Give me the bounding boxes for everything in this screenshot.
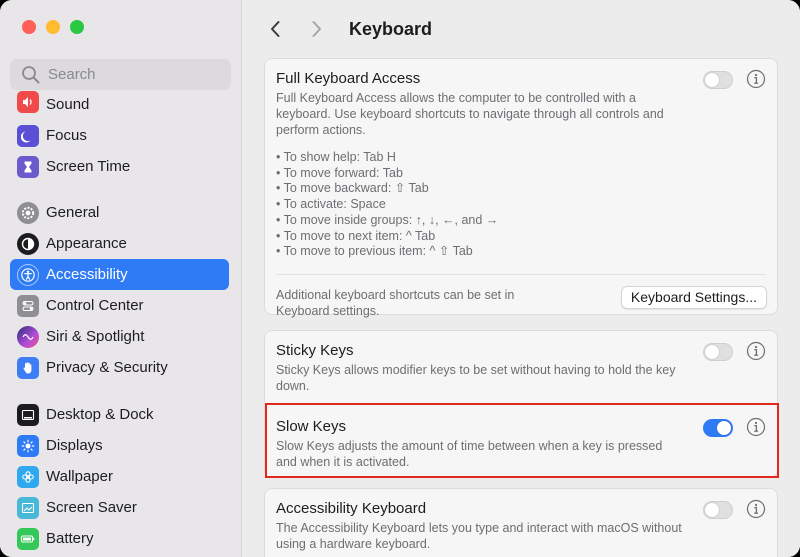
close-window-button[interactable] [22,20,36,34]
accessibility-icon [17,263,39,286]
appearance-icon [17,232,39,255]
sidebar-item-appearance[interactable]: Appearance [10,228,229,259]
info-icon[interactable] [746,69,766,89]
sidebar-item-label: General [46,204,100,221]
slow-keys-title: Slow Keys [276,418,347,435]
shortcut-item: • To move to next item: ^ Tab [276,228,436,243]
shortcut-item: • To move inside groups: ↑, ↓, ←, and → [276,212,499,227]
slow-keys-toggle[interactable] [703,419,733,437]
keyboard-settings-row: Additional keyboard shortcuts can be set… [265,275,777,329]
sticky-keys-row: Sticky Keys Sticky Keys allows modifier … [265,331,777,404]
accessibility-keyboard-description: The Accessibility Keyboard lets you type… [276,521,682,551]
keys-card: Sticky Keys Sticky Keys allows modifier … [264,330,778,478]
sidebar-item-sound[interactable]: Sound [10,90,229,116]
zoom-window-button[interactable] [70,20,84,34]
sidebar-item-accessibility[interactable]: Accessibility [10,259,229,290]
chevron-right-icon [312,21,321,37]
window-controls [22,20,84,34]
keyboard-settings-button[interactable]: Keyboard Settings... [620,285,767,309]
siri-icon [17,325,39,348]
sidebar-item-label: Privacy & Security [46,359,168,376]
sidebar-item-general[interactable]: General [10,197,229,228]
accessibility-keyboard-row: Accessibility Keyboard The Accessibility… [265,489,777,557]
sun-icon [17,434,39,457]
hourglass-icon [17,155,39,178]
gear-icon [17,201,39,224]
info-icon[interactable] [746,341,766,361]
toolbar: Keyboard [243,0,800,58]
flower-icon [17,465,39,488]
page-title: Keyboard [349,18,433,39]
shortcut-item: • To move forward: Tab [276,165,403,180]
sidebar-item-control-center[interactable]: Control Center [10,290,229,321]
shortcut-item: • To show help: Tab H [276,150,396,164]
sidebar-item-displays[interactable]: Displays [10,430,229,461]
full-keyboard-access-toggle[interactable] [703,71,733,89]
full-keyboard-access-card: Full Keyboard Access Full Keyboard Acces… [264,58,778,318]
accessibility-keyboard-card: Accessibility Keyboard The Accessibility… [264,488,778,557]
speaker-icon [17,91,39,113]
battery-icon [17,527,39,550]
sidebar-item-label: Wallpaper [46,468,113,485]
info-icon[interactable] [746,417,766,437]
shortcut-item: • To activate: Space [276,197,386,212]
sidebar-item-label: Siri & Spotlight [46,328,145,345]
sidebar-item-desktop-dock[interactable]: Desktop & Dock [10,399,229,430]
shortcut-item: • To move backward: ⇧ Tab [276,181,429,196]
sidebar-item-label: Battery [46,530,94,547]
sidebar-item-label: Screen Time [46,158,131,175]
sidebar-item-label: Desktop & Dock [46,406,154,423]
sidebar-item-screen-saver[interactable]: Screen Saver [10,492,229,523]
slow-keys-row: Slow Keys Slow Keys adjusts the amount o… [265,405,777,480]
sidebar-item-label: Sound [46,96,90,113]
moon-icon [17,124,39,147]
search-input[interactable] [48,66,218,83]
sidebar-item-siri-spotlight[interactable]: Siri & Spotlight [10,321,229,352]
full-keyboard-access-row: Full Keyboard Access Full Keyboard Acces… [265,59,777,270]
info-icon[interactable] [746,499,766,519]
sidebar-item-label: Appearance [46,235,127,252]
sidebar-item-focus[interactable]: Focus [10,120,229,151]
main-panel: Keyboard Full Keyboard Access Full Keybo… [243,0,800,557]
sidebar: Sound Focus Screen Time General [0,0,242,557]
sidebar-item-label: Accessibility [46,266,128,283]
search-icon [22,65,40,83]
settings-window: Sound Focus Screen Time General [0,0,800,557]
sidebar-item-battery[interactable]: Battery [10,523,229,554]
sticky-keys-description: Sticky Keys allows modifier keys to be s… [276,363,676,393]
shortcut-item: • To move to previous item: ^ ⇧ Tab [276,244,473,259]
accessibility-keyboard-title: Accessibility Keyboard [276,500,427,517]
sticky-keys-title: Sticky Keys [276,342,354,359]
search-field[interactable] [10,59,231,90]
sidebar-item-privacy-security[interactable]: Privacy & Security [10,352,229,383]
sticky-keys-toggle[interactable] [703,343,733,361]
back-button[interactable] [265,18,285,40]
hand-icon [17,356,39,379]
sidebar-item-screen-time[interactable]: Screen Time [10,151,229,182]
chevron-left-icon [271,21,280,37]
dock-icon [17,403,39,426]
shortcut-list: • To show help: Tab H • To move forward:… [276,150,766,260]
sidebar-item-label: Screen Saver [46,499,137,516]
additional-shortcuts-text: Additional keyboard shortcuts can be set… [276,287,515,318]
sidebar-item-label: Displays [46,437,103,454]
sidebar-item-label: Focus [46,127,87,144]
sidebar-item-label: Control Center [46,297,144,314]
screen-saver-icon [17,496,39,519]
toggles-icon [17,294,39,317]
full-keyboard-access-description: Full Keyboard Access allows the computer… [276,91,664,137]
forward-button[interactable] [307,18,327,40]
slow-keys-description: Slow Keys adjusts the amount of time bet… [276,439,663,469]
accessibility-keyboard-toggle[interactable] [703,501,733,519]
minimize-window-button[interactable] [46,20,60,34]
full-keyboard-access-title: Full Keyboard Access [276,70,421,87]
sidebar-item-wallpaper[interactable]: Wallpaper [10,461,229,492]
